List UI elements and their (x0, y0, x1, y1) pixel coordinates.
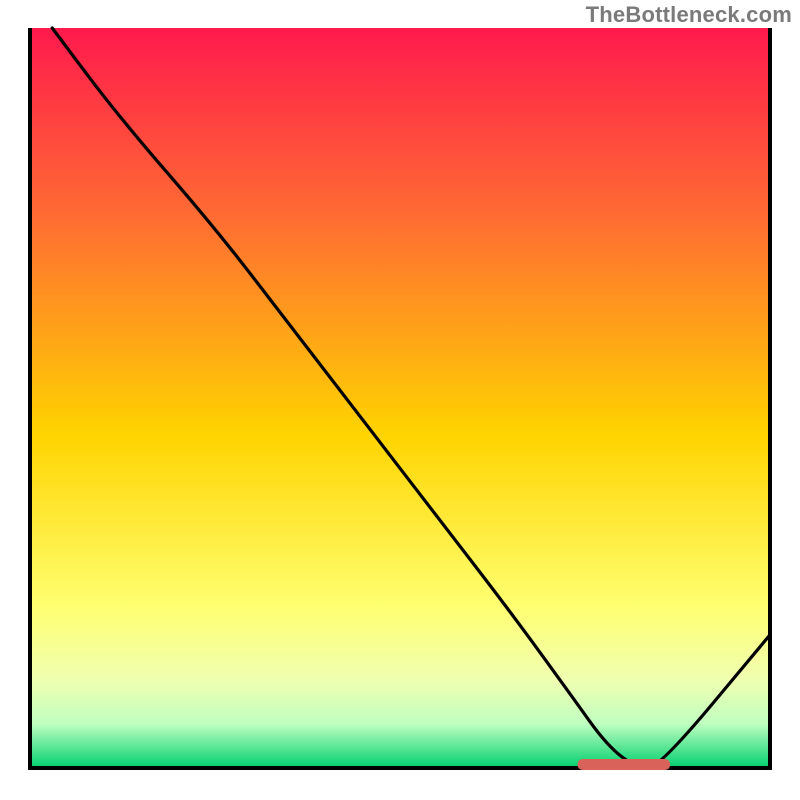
bottleneck-chart (0, 0, 800, 800)
optimal-range-marker (578, 759, 671, 770)
chart-container: TheBottleneck.com (0, 0, 800, 800)
plot-background (30, 28, 770, 768)
